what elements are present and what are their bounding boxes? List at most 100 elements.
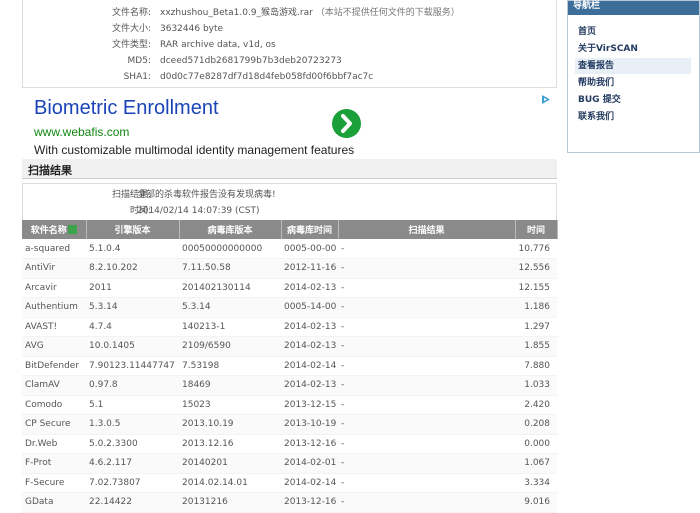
file-size-label: 文件大小:	[111, 24, 151, 34]
cell-result: -	[338, 317, 515, 337]
sha1-label: SHA1:	[123, 72, 151, 82]
table-row: GData 22.14422 20131216 2013-12-16-9.016	[22, 492, 557, 513]
ad-banner[interactable]: Biometric Enrollment www.webafis.com Wit…	[22, 92, 557, 158]
file-size-value: 3632446 byte	[160, 24, 224, 34]
cell-software: CP Secure	[22, 414, 86, 435]
md5-label: MD5:	[127, 56, 151, 66]
nav-item-2[interactable]: 查看报告	[575, 58, 691, 74]
cell-software: ClamAV	[22, 375, 86, 396]
sort-icon[interactable]	[67, 225, 77, 234]
cell-time: 12.556	[515, 258, 557, 279]
col-header-db-date[interactable]: 病毒库时间	[281, 220, 339, 239]
cell-software: Comodo	[22, 395, 86, 415]
cell-time: 3.334	[515, 473, 557, 493]
ad-url[interactable]: www.webafis.com	[34, 125, 129, 139]
cell-db-date: 2013-12-15	[281, 395, 338, 415]
cell-time: 0.208	[515, 414, 557, 435]
col-header-time[interactable]: 时间	[515, 220, 558, 239]
nav-header: 导航栏	[568, 1, 699, 15]
nav-title: 导航栏	[573, 1, 601, 11]
cell-time: 1.186	[515, 297, 557, 318]
sha1-value: d0d0c77e8287df7d18d4feb058fd00f6bbf7ac7c	[160, 72, 374, 82]
col-header-db-version[interactable]: 病毒库版本	[179, 220, 282, 239]
table-header-row: 软件名称 引擎版本 病毒库版本 病毒库时间 扫描结果 时间	[22, 220, 558, 239]
scan-time-row: 时间: 2014/02/14 14:07:39 (CST)	[23, 203, 556, 219]
cell-software: AntiVir	[22, 258, 86, 279]
cell-db-version: 201402130114	[179, 278, 281, 298]
cell-software: BitDefender	[22, 356, 86, 376]
cell-time: 9.016	[515, 492, 557, 513]
cell-engine: 4.7.4	[86, 317, 179, 337]
cell-result: -	[338, 297, 515, 318]
cell-result: -	[338, 414, 515, 435]
table-row: AVG 10.0.1405 2109/6590 2014-02-13-1.855	[22, 336, 557, 357]
cell-software: GData	[22, 492, 86, 513]
ad-description: With customizable multimodal identity ma…	[34, 143, 355, 157]
cell-db-date: 2013-12-16	[281, 434, 338, 454]
cell-db-date: 0005-00-00	[281, 239, 338, 259]
cell-db-date: 2014-02-13	[281, 278, 338, 298]
cell-engine: 5.0.2.3300	[86, 434, 179, 454]
cell-engine: 5.3.14	[86, 297, 179, 318]
cell-software: Arcavir	[22, 278, 86, 298]
cell-db-version: 2014.02.14.01	[179, 473, 281, 493]
cell-result: -	[338, 278, 515, 298]
cell-engine: 5.1.0.4	[86, 239, 179, 259]
cell-result: -	[338, 239, 515, 259]
nav-item-4[interactable]: BUG 提交	[578, 92, 621, 108]
table-row: AntiVir 8.2.10.202 7.11.50.58 2012-11-16-12…	[22, 258, 557, 279]
cell-software: F-Secure	[22, 473, 86, 493]
cell-software: a-squared	[22, 239, 86, 259]
cell-time: 10.776	[515, 239, 557, 259]
cell-engine: 22.14422	[86, 492, 179, 513]
table-row: ClamAV 0.97.8 18469 2014-02-13-1.033	[22, 375, 557, 396]
cell-db-date: 2014-02-13	[281, 375, 338, 396]
cell-db-date: 2014-02-13	[281, 336, 338, 357]
cell-time: 7.880	[515, 356, 557, 376]
col-header-engine[interactable]: 引擎版本	[86, 220, 180, 239]
table-row: F-Prot 4.6.2.117 20140201 2014-02-01-1.067	[22, 453, 557, 474]
cell-software: F-Prot	[22, 453, 86, 474]
cell-time: 1.033	[515, 375, 557, 396]
ad-arrow-button[interactable]	[332, 109, 361, 138]
table-row: a-squared 5.1.0.4 00050000000000 0005-00-00…	[22, 239, 557, 259]
cell-db-version: 2109/6590	[179, 336, 281, 357]
cell-db-date: 2014-02-13	[281, 317, 338, 337]
cell-db-date: 2014-02-01	[281, 453, 338, 474]
cell-time: 1.297	[515, 317, 557, 337]
cell-time: 1.855	[515, 336, 557, 357]
nav-item-5[interactable]: 联系我们	[578, 109, 614, 125]
ad-choices-icon[interactable]	[540, 94, 551, 108]
cell-db-version: 00050000000000	[179, 239, 281, 259]
file-type-row: 文件类型: RAR archive data, v1d, os	[23, 37, 556, 53]
file-info-box: 文件名称: xxzhushou_Beta1.0.9_猴岛游戏.rar （本站不提…	[22, 0, 557, 88]
ad-title[interactable]: Biometric Enrollment	[34, 97, 219, 120]
cell-result: -	[338, 356, 515, 376]
cell-db-version: 2013.12.16	[179, 434, 281, 454]
chevron-right-icon	[341, 114, 352, 133]
cell-db-version: 20131216	[179, 492, 281, 513]
col-header-software[interactable]: 软件名称	[22, 220, 87, 239]
scan-result-value: 全部的杀毒软件报告没有发现病毒!	[137, 190, 276, 200]
cell-result: -	[338, 473, 515, 493]
scan-summary: 扫描结果: 全部的杀毒软件报告没有发现病毒! 时间: 2014/02/14 14…	[22, 183, 557, 221]
col-header-result[interactable]: 扫描结果	[338, 220, 516, 239]
cell-db-version: 2013.10.19	[179, 414, 281, 435]
nav-item-0[interactable]: 首页	[578, 24, 596, 40]
cell-result: -	[338, 434, 515, 454]
cell-result: -	[338, 453, 515, 474]
cell-engine: 1.3.0.5	[86, 414, 179, 435]
col-header-software-label: 软件名称	[30, 226, 67, 236]
cell-engine: 7.02.73807	[86, 473, 179, 493]
cell-result: -	[338, 395, 515, 415]
cell-db-date: 2012-11-16	[281, 258, 338, 279]
cell-db-date: 2014-02-14	[281, 473, 338, 493]
file-type-value: RAR archive data, v1d, os	[160, 40, 276, 50]
nav-item-3[interactable]: 帮助我们	[578, 75, 614, 91]
cell-db-version: 140213-1	[179, 317, 281, 337]
nav-item-1[interactable]: 关于VirSCAN	[578, 41, 638, 57]
section-title: 扫描结果	[28, 164, 72, 177]
cell-time: 1.067	[515, 453, 557, 474]
scan-time-value: 2014/02/14 14:07:39 (CST)	[137, 206, 260, 216]
cell-db-date: 0005-14-00	[281, 297, 338, 318]
